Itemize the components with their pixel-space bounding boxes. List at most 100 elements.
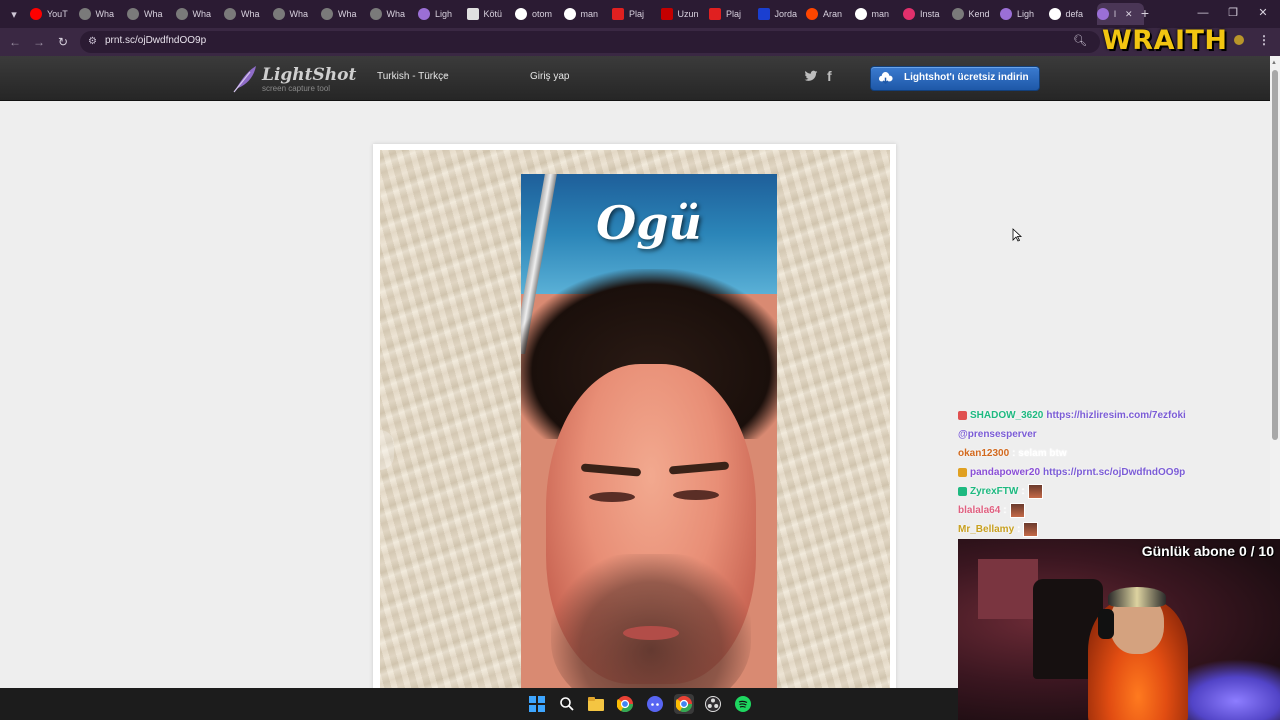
browser-tab[interactable]: Wha xyxy=(175,3,223,25)
browser-tab[interactable]: Wha xyxy=(369,3,417,25)
chat-message: okan12300: selam btw xyxy=(958,444,1067,462)
chat-username: SHADOW_3620 xyxy=(970,409,1044,421)
browser-tab[interactable]: defa xyxy=(1048,3,1096,25)
chat-emote-icon xyxy=(1023,521,1039,537)
chat-text: : selam btw xyxy=(1012,447,1067,459)
chat-message: blalala64: xyxy=(958,501,1025,519)
tab-label: Plaj xyxy=(629,9,645,19)
google-icon xyxy=(1048,8,1061,20)
browser-tab[interactable]: Kend xyxy=(951,3,999,25)
tab-label: Wha xyxy=(289,9,309,19)
tab-label: man xyxy=(871,9,890,19)
twitter-icon[interactable] xyxy=(804,69,818,83)
tab-label: l xyxy=(1114,9,1116,19)
minimize-icon[interactable]: — xyxy=(1193,4,1213,22)
browser-tab[interactable]: Uzun xyxy=(660,3,708,25)
restore-icon[interactable]: ❐ xyxy=(1223,4,1243,22)
whatsapp-icon xyxy=(78,8,91,20)
obs-icon[interactable] xyxy=(703,694,723,714)
chat-emote-icon xyxy=(1027,483,1043,499)
back-icon[interactable]: ← xyxy=(6,33,24,51)
chat-username: ZyrexFTW xyxy=(970,485,1019,497)
tab-label: defa xyxy=(1065,9,1084,19)
chat-message: Mr_Bellamy: xyxy=(958,520,1039,538)
whatsapp-icon xyxy=(175,8,188,20)
tab-label: Wha xyxy=(192,9,212,19)
chevron-down-icon[interactable]: ▼ xyxy=(443,73,449,79)
wraith-overlay-logo: WRAITH xyxy=(1102,22,1244,61)
browser-tab[interactable]: otom xyxy=(515,3,562,25)
browser-tab[interactable]: man xyxy=(854,3,902,25)
browser-menu-icon[interactable]: ⋮ xyxy=(1258,33,1270,47)
facebook-icon[interactable]: f xyxy=(827,68,832,84)
tab-label: Plaj xyxy=(726,9,742,19)
left-eye xyxy=(589,492,635,502)
browser-tab[interactable]: Plaj xyxy=(709,3,756,25)
google-icon xyxy=(563,8,576,20)
download-button[interactable]: Lightshot'ı ücretsiz indirin xyxy=(870,66,1040,91)
headset-icon xyxy=(1098,609,1114,639)
tab-search-dropdown-icon[interactable]: ▾ xyxy=(4,4,24,24)
instagram-icon xyxy=(903,8,915,20)
site-info-icon[interactable]: ⚙ xyxy=(88,36,100,48)
windows-start-icon[interactable] xyxy=(527,694,547,714)
mouse-cursor-icon xyxy=(1012,228,1022,242)
browser-tab[interactable]: Wha xyxy=(224,3,271,25)
stream-chat-overlay: SHADOW_3620 https://hizliresim.com/7ezfok… xyxy=(958,396,1258,538)
tab-label: otom xyxy=(532,9,553,19)
browser-tab[interactable]: Ligh xyxy=(1000,3,1047,25)
screenshot-image[interactable]: Ogü xyxy=(380,150,890,695)
file-explorer-icon[interactable] xyxy=(586,694,606,714)
chat-badge-icon xyxy=(958,486,967,496)
browser-tab[interactable]: Wha xyxy=(272,3,320,25)
chat-message: ZyrexFTW: xyxy=(958,482,1043,500)
tab-label: Ligh xyxy=(1017,9,1035,19)
logo-name: LightShot xyxy=(262,65,357,85)
omnibox[interactable]: ⚙ prnt.sc/ojDwdfndOO9p xyxy=(80,31,1100,53)
chrome-icon[interactable] xyxy=(615,694,635,714)
chrome-icon[interactable] xyxy=(674,694,694,714)
sub-goal-counter: Günlük abone 0 / 10 xyxy=(1141,543,1274,559)
browser-tab[interactable]: Wha xyxy=(78,3,126,25)
tab-label: Wha xyxy=(241,9,260,19)
chat-badge-icon xyxy=(958,467,967,477)
google-icon xyxy=(515,8,527,20)
browser-tab[interactable]: YouT xyxy=(30,3,77,25)
lightshot-logo[interactable]: LightShot screen capture tool xyxy=(230,64,356,96)
chat-username: blalala64 xyxy=(958,504,1001,516)
reload-icon[interactable]: ↻ xyxy=(54,33,72,51)
zoom-icon[interactable]: 🔍︎ xyxy=(1073,34,1087,47)
browser-tab[interactable]: Jorda xyxy=(757,3,805,25)
site-icon xyxy=(757,8,770,20)
gmail-icon xyxy=(466,8,479,20)
scroll-thumb[interactable] xyxy=(1272,70,1278,440)
browser-tab[interactable]: Plaj xyxy=(612,3,659,25)
lightshot-icon xyxy=(418,8,430,20)
search-icon[interactable] xyxy=(557,694,577,714)
whatsapp-icon xyxy=(321,8,333,20)
browser-tab[interactable]: Ligh xyxy=(418,3,465,25)
spotify-icon[interactable] xyxy=(733,694,753,714)
chat-text: : xyxy=(1003,504,1007,516)
browser-tab[interactable]: man xyxy=(563,3,611,25)
logo-tagline: screen capture tool xyxy=(262,84,331,93)
browser-tab[interactable]: Kötü xyxy=(466,3,514,25)
forward-icon[interactable]: → xyxy=(30,33,48,51)
chat-username: @prensesperver xyxy=(958,428,1037,440)
browser-tab[interactable]: Wha xyxy=(321,3,368,25)
browser-tab[interactable]: Wha xyxy=(127,3,174,25)
new-tab-button[interactable]: + xyxy=(1136,4,1154,22)
chat-message: SHADOW_3620 https://hizliresim.com/7ezfok… xyxy=(958,406,1186,424)
url-text[interactable]: prnt.sc/ojDwdfndOO9p xyxy=(105,35,206,46)
close-window-icon[interactable]: ✕ xyxy=(1253,4,1273,22)
browser-tab[interactable]: Insta xyxy=(903,3,950,25)
language-selector[interactable]: Turkish - Türkçe xyxy=(377,71,449,82)
login-link[interactable]: Giriş yap xyxy=(530,71,569,82)
discord-icon[interactable] xyxy=(645,694,665,714)
browser-tab[interactable]: Aran xyxy=(806,3,853,25)
lightshot-icon xyxy=(1000,8,1012,20)
close-tab-icon[interactable]: ✕ xyxy=(1125,9,1133,20)
chat-text: : xyxy=(1017,523,1021,535)
streamer-hair xyxy=(1108,587,1166,607)
scroll-up-icon[interactable]: ▲ xyxy=(1271,60,1277,66)
